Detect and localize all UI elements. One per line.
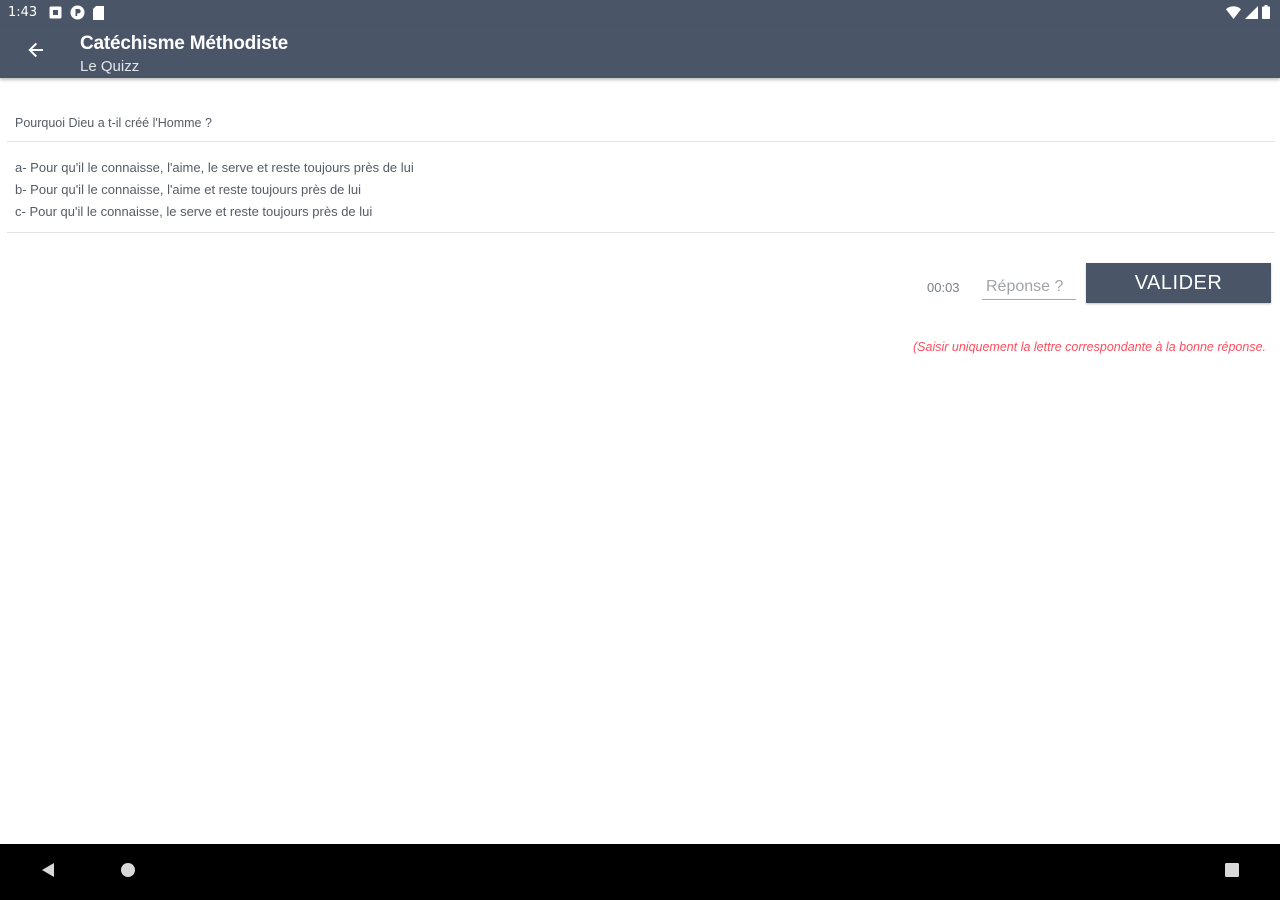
nav-recents-button[interactable]: [1218, 858, 1246, 886]
app-bar: Catéchisme Méthodiste Le Quizz: [0, 26, 1280, 78]
answer-input[interactable]: [982, 274, 1076, 300]
status-left-icons: [49, 5, 104, 20]
navigation-bar: [0, 844, 1280, 900]
back-button[interactable]: [18, 34, 54, 70]
signal-icon: [1245, 5, 1258, 19]
choice-c: c- Pour qu'il le connaisse, le serve et …: [15, 204, 373, 219]
divider: [7, 232, 1275, 233]
status-bar: 1:43: [0, 0, 1280, 26]
choice-a: a- Pour qu'il le connaisse, l'aime, le s…: [15, 160, 414, 175]
app-title: Catéchisme Méthodiste: [80, 33, 289, 54]
quiz-timer: 00:03: [927, 280, 960, 295]
validate-button[interactable]: VALIDER: [1086, 263, 1271, 303]
answer-hint: (Saisir uniquement la lettre corresponda…: [913, 340, 1266, 354]
divider: [7, 141, 1275, 142]
nav-home-button[interactable]: [114, 858, 142, 886]
app-p-icon: [70, 5, 85, 20]
wifi-icon: [1226, 5, 1241, 19]
quiz-question: Pourquoi Dieu a t-il créé l'Homme ?: [15, 116, 212, 130]
status-time: 1:43: [8, 5, 38, 20]
arrow-back-icon: [26, 40, 46, 65]
quiz-screen: 1:43 Catéchisme Méthodiste Le Quizz Pour…: [0, 0, 1280, 900]
home-circle-icon: [120, 862, 136, 883]
recents-square-icon: [1224, 862, 1240, 883]
nav-back-button[interactable]: [34, 858, 62, 886]
battery-icon: [1262, 5, 1270, 19]
notification-square-icon: [49, 6, 62, 19]
choice-b: b- Pour qu'il le connaisse, l'aime et re…: [15, 182, 362, 197]
sd-card-icon: [93, 5, 104, 20]
back-triangle-icon: [40, 862, 56, 883]
answer-choices: a- Pour qu'il le connaisse, l'aime, le s…: [15, 157, 414, 223]
app-subtitle: Le Quizz: [80, 58, 140, 75]
status-right-icons: [1226, 5, 1270, 19]
